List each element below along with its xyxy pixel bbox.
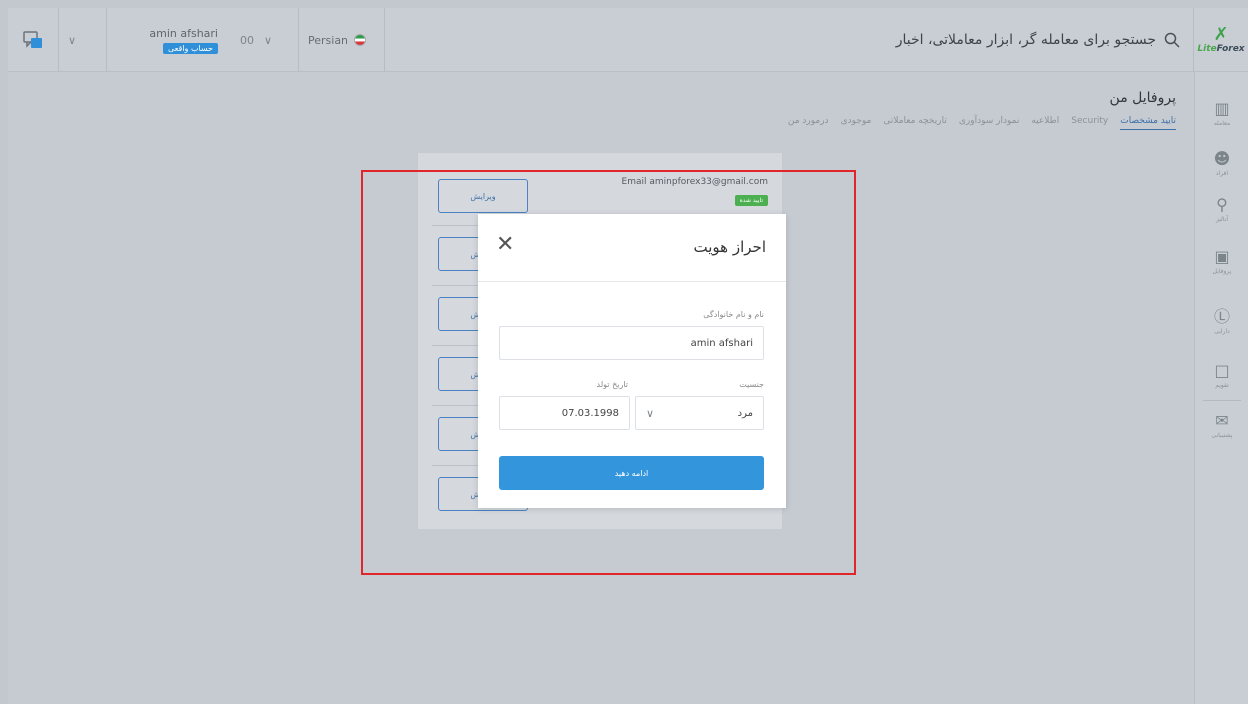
sidebar-separator — [1203, 400, 1241, 401]
divider — [298, 8, 299, 72]
identity-verification-modal: احراز هویت ✕ نام و نام خانوادگی amin afs… — [478, 214, 786, 508]
user-account[interactable]: amin afshari حساب واقعی — [138, 8, 218, 72]
close-icon[interactable]: ✕ — [496, 234, 514, 256]
sidebar-item-calendar[interactable]: □ تقویم — [1195, 361, 1248, 390]
right-sidebar: ▥ معامله ☻ افراد ⚲ آنالیز ▣ پروفایل Ⓛ دا… — [1194, 72, 1248, 704]
tab-security[interactable]: Security — [1071, 116, 1108, 130]
edit-email-button[interactable]: ویرایش — [438, 179, 528, 213]
page-title: پروفایل من — [1109, 90, 1176, 106]
tab-balance[interactable]: موجودی — [841, 116, 872, 130]
tab-verification[interactable]: تایید مشخصات — [1120, 116, 1176, 130]
sidebar-item-analysis[interactable]: ⚲ آنالیز — [1195, 195, 1248, 224]
chat-icon — [23, 31, 42, 48]
tab-notifications[interactable]: اطلاعیه — [1031, 116, 1059, 130]
profile-icon: ▣ — [1214, 247, 1230, 266]
logo-text: LiteForex — [1197, 44, 1245, 54]
logo-mark-icon: ✗ — [1213, 24, 1229, 45]
divider — [384, 8, 385, 72]
iran-flag-icon — [354, 34, 367, 46]
account-selector[interactable]: 00 ∨ — [240, 8, 272, 72]
divider — [106, 8, 107, 72]
divider — [58, 8, 59, 72]
dashboard-icon: ▥ — [1214, 99, 1230, 118]
sidebar-item-label: آنالیز — [1215, 216, 1229, 223]
search-icon — [1164, 32, 1180, 48]
full-name-value: amin afshari — [690, 337, 753, 349]
gender-label: جنسیت — [739, 380, 764, 389]
sidebar-item-people[interactable]: ☻ افراد — [1195, 149, 1248, 178]
gender-select[interactable]: ∨ مرد — [635, 396, 764, 430]
search-bar[interactable]: جستجو برای معامله گر، ابزار معاملاتی، اخ… — [880, 8, 1180, 72]
sidebar-item-finance[interactable]: Ⓛ دارایی — [1195, 307, 1248, 336]
traders-icon: ☻ — [1213, 149, 1231, 168]
tab-about-me[interactable]: درمورد من — [788, 116, 829, 130]
sidebar-item-label: معامله — [1213, 120, 1231, 127]
analysis-icon: ⚲ — [1216, 195, 1228, 214]
modal-header: احراز هویت ✕ — [478, 214, 786, 282]
continue-button[interactable]: ادامه دهید — [499, 456, 764, 490]
modal-title: احراز هویت — [693, 238, 766, 256]
sidebar-item-label: پروفایل — [1212, 268, 1232, 275]
language-selector[interactable]: Persian — [308, 8, 388, 72]
birth-date-field[interactable]: 07.03.1998 — [499, 396, 630, 430]
tab-profit-chart[interactable]: نمودار سودآوری — [959, 116, 1020, 130]
language-label: Persian — [308, 33, 349, 47]
account-type-badge: حساب واقعی — [162, 42, 218, 54]
sidebar-item-label: پشتیبانی — [1211, 432, 1233, 439]
chevron-down-icon: ∨ — [264, 33, 273, 47]
calendar-icon: □ — [1214, 361, 1230, 380]
sidebar-item-profile[interactable]: ▣ پروفایل — [1195, 247, 1248, 276]
sidebar-item-support[interactable]: ✉ پشتیبانی — [1195, 411, 1248, 440]
profile-tabs: درمورد من موجودی تاریخچه معاملاتی نمودار… — [788, 116, 1176, 130]
birth-date-value: 07.03.1998 — [561, 407, 619, 419]
sidebar-item-label: تقویم — [1215, 382, 1229, 389]
chat-icon: ✉ — [1215, 411, 1229, 430]
search-input[interactable]: جستجو برای معامله گر، ابزار معاملاتی، اخ… — [896, 32, 1156, 48]
full-name-field[interactable]: amin afshari — [499, 326, 764, 360]
messages-chevron-icon[interactable]: ∨ — [68, 8, 76, 72]
tab-trade-history[interactable]: تاریخچه معاملاتی — [883, 116, 947, 130]
chevron-down-icon: ∨ — [646, 406, 655, 420]
user-name: amin afshari — [149, 26, 218, 40]
email-row: Email aminpforex33@gmail.com تایید شده — [622, 177, 768, 206]
verified-badge: تایید شده — [734, 195, 768, 206]
email-text: Email aminpforex33@gmail.com — [621, 177, 768, 187]
birth-date-label: تاریخ تولد — [596, 380, 628, 389]
app-window: ∨ amin afshari حساب واقعی 00 ∨ Persian ج… — [8, 8, 1248, 704]
sidebar-item-label: افراد — [1215, 170, 1229, 177]
finance-icon: Ⓛ — [1213, 307, 1230, 326]
sidebar-item-label: دارایی — [1214, 328, 1230, 335]
account-code: 00 — [240, 33, 254, 47]
messages-button[interactable] — [20, 8, 46, 72]
gender-value: مرد — [737, 407, 753, 419]
liteforex-logo[interactable]: ✗ LiteForex — [1194, 8, 1248, 72]
top-bar: ∨ amin afshari حساب واقعی 00 ∨ Persian ج… — [8, 8, 1248, 72]
name-label: نام و نام خانوادگی — [703, 310, 764, 319]
sidebar-item-trade[interactable]: ▥ معامله — [1195, 99, 1248, 128]
